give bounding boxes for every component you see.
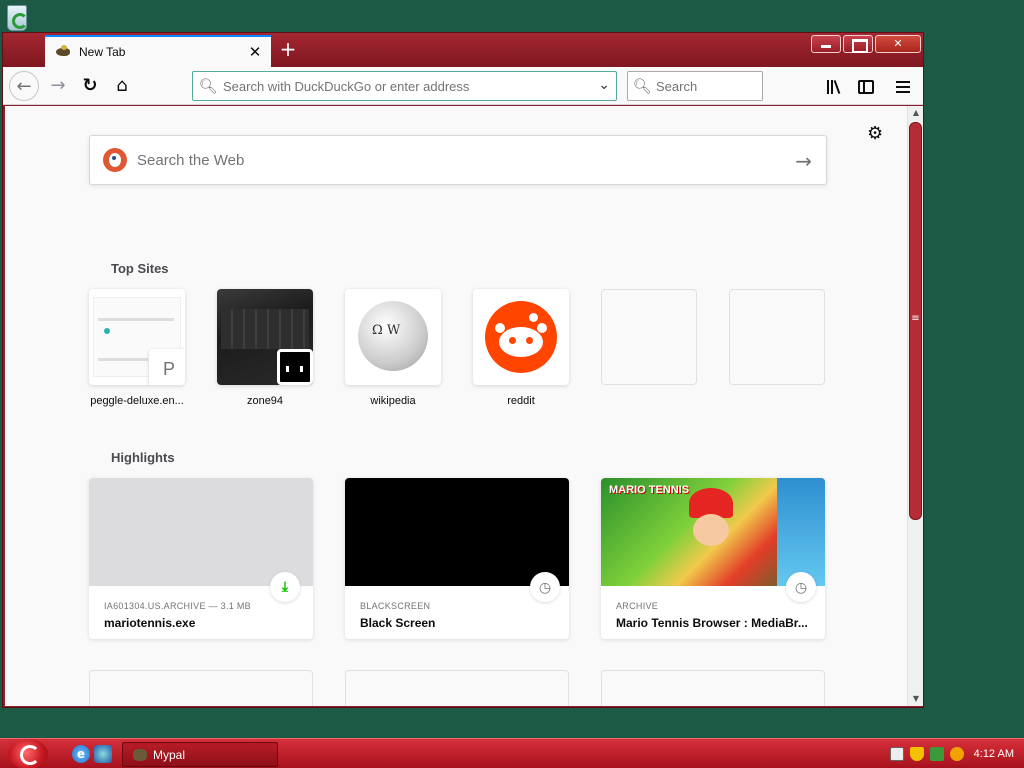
highlights-grid: ⤓ IA601304.US.ARCHIVE — 3.1 MB mariotenn…	[89, 478, 825, 639]
browser-window: New Tab ✕ + ← → ↻ ⌂ 🔍︎ ⌄ 🔍︎	[2, 32, 924, 708]
top-site-tile[interactable]	[473, 289, 569, 385]
window-controls	[809, 35, 921, 53]
top-site-tile[interactable]	[345, 289, 441, 385]
search-icon: 🔍︎	[198, 77, 218, 95]
highlight-thumbnail: MARIO TENNIS	[601, 478, 825, 586]
top-site-label: wikipedia	[370, 395, 416, 407]
start-button[interactable]	[8, 739, 48, 768]
top-site-empty[interactable]	[601, 289, 697, 407]
sidebar-icon	[858, 79, 874, 94]
web-search-input[interactable]	[137, 151, 777, 169]
tab-new-tab[interactable]: New Tab ✕	[45, 35, 271, 67]
forward-button[interactable]: →	[43, 71, 73, 101]
clock-icon: ◷	[530, 572, 560, 602]
tab-title: New Tab	[79, 45, 126, 59]
highlight-placeholder	[601, 670, 825, 706]
recycle-bin-icon[interactable]	[2, 2, 30, 32]
highlight-context: ARCHIVE	[616, 601, 659, 611]
site-favicon-badge	[277, 349, 313, 385]
taskbar-item-label: Mypal	[153, 747, 186, 762]
search-bar[interactable]: 🔍︎	[627, 71, 763, 101]
highlights-placeholder-row	[89, 670, 825, 706]
new-tab-button[interactable]: +	[277, 38, 299, 60]
clock[interactable]: 4:12 AM	[974, 748, 1014, 760]
top-site-peggle[interactable]: P peggle-deluxe.en...	[89, 289, 185, 407]
highlight-thumbnail	[89, 478, 313, 586]
minimize-button[interactable]	[811, 35, 841, 53]
search-icon: 🔍︎	[632, 77, 652, 95]
top-sites-heading: Top Sites	[111, 261, 169, 276]
top-site-label: zone94	[246, 395, 284, 407]
highlight-title: mariotennis.exe	[104, 616, 196, 630]
hamburger-icon	[896, 80, 910, 93]
top-site-placeholder[interactable]	[729, 289, 825, 385]
highlight-thumbnail	[345, 478, 569, 586]
search-input[interactable]	[656, 78, 756, 94]
highlight-title: Mario Tennis Browser : MediaBr...	[616, 616, 808, 630]
keyboard-icon[interactable]	[889, 747, 904, 761]
top-site-label: reddit	[507, 395, 535, 407]
scroll-thumb[interactable]	[909, 122, 922, 520]
gear-icon[interactable]: ⚙	[867, 123, 883, 144]
tab-close-icon[interactable]: ✕	[247, 44, 263, 60]
title-bar: New Tab ✕ +	[3, 33, 923, 67]
top-site-reddit[interactable]: reddit	[473, 289, 569, 407]
top-site-tile[interactable]	[217, 289, 313, 385]
tab-favicon-icon	[55, 45, 71, 59]
key-icon[interactable]	[949, 747, 964, 761]
web-search-box[interactable]: →	[89, 135, 827, 185]
highlight-card[interactable]: ⤓ IA601304.US.ARCHIVE — 3.1 MB mariotenn…	[89, 478, 313, 639]
quick-launch-icon[interactable]	[94, 745, 112, 763]
url-bar[interactable]: 🔍︎ ⌄	[192, 71, 617, 101]
highlight-card[interactable]: ◷ BLACKSCREEN Black Screen	[345, 478, 569, 639]
mario-thumb-text: MARIO TENNIS	[609, 484, 690, 496]
highlight-card[interactable]: MARIO TENNIS ◷ ARCHIVE Mario Tennis Brow…	[601, 478, 825, 639]
reload-button[interactable]: ↻	[75, 71, 105, 101]
shield-icon[interactable]	[909, 747, 924, 761]
clock-icon: ◷	[786, 572, 816, 602]
reddit-alien-icon	[485, 301, 557, 373]
top-site-wikipedia[interactable]: wikipedia	[345, 289, 441, 407]
chevron-down-icon[interactable]: ⌄	[598, 77, 610, 93]
library-button[interactable]	[819, 71, 849, 101]
highlight-context: IA601304.US.ARCHIVE — 3.1 MB	[104, 601, 251, 611]
vertical-scrollbar[interactable]: ▲ ▼	[907, 106, 923, 706]
top-site-label: peggle-deluxe.en...	[90, 395, 184, 407]
highlight-placeholder	[345, 670, 569, 706]
new-tab-page: ⚙ → Top Sites P peggle-deluxe.en... zone…	[5, 106, 907, 706]
internet-explorer-icon[interactable]: e	[72, 745, 90, 763]
scroll-down-arrow-icon[interactable]: ▼	[908, 692, 924, 706]
menu-button[interactable]	[888, 71, 918, 101]
highlights-heading: Highlights	[111, 450, 175, 465]
url-input[interactable]	[223, 78, 583, 94]
top-site-zone94[interactable]: zone94	[217, 289, 313, 407]
top-site-empty[interactable]	[729, 289, 825, 407]
highlight-context: BLACKSCREEN	[360, 601, 431, 611]
taskbar-item-mypal[interactable]: Mypal	[122, 742, 278, 767]
system-tray: 4:12 AM	[874, 739, 1024, 768]
library-icon	[826, 79, 842, 94]
close-window-button[interactable]	[875, 35, 921, 53]
site-letter-badge: P	[149, 349, 185, 385]
download-icon: ⤓	[270, 572, 300, 602]
sidebar-button[interactable]	[851, 71, 881, 101]
arrow-right-icon[interactable]: →	[795, 149, 812, 173]
maximize-button[interactable]	[843, 35, 873, 53]
top-sites-grid: P peggle-deluxe.en... zone94 wikipedia	[89, 289, 825, 407]
home-button[interactable]: ⌂	[107, 71, 137, 101]
top-site-placeholder[interactable]	[601, 289, 697, 385]
mypal-icon	[133, 748, 147, 761]
top-site-tile[interactable]: P	[89, 289, 185, 385]
wikipedia-globe-icon	[358, 301, 428, 371]
back-button[interactable]: ←	[9, 71, 39, 101]
duckduckgo-icon	[103, 148, 127, 172]
taskbar: e Mypal 4:12 AM	[0, 738, 1024, 768]
scroll-up-arrow-icon[interactable]: ▲	[908, 106, 924, 120]
highlight-placeholder	[89, 670, 313, 706]
navigation-toolbar: ← → ↻ ⌂ 🔍︎ ⌄ 🔍︎	[3, 67, 923, 105]
network-icon[interactable]	[929, 747, 944, 761]
highlight-title: Black Screen	[360, 616, 436, 630]
